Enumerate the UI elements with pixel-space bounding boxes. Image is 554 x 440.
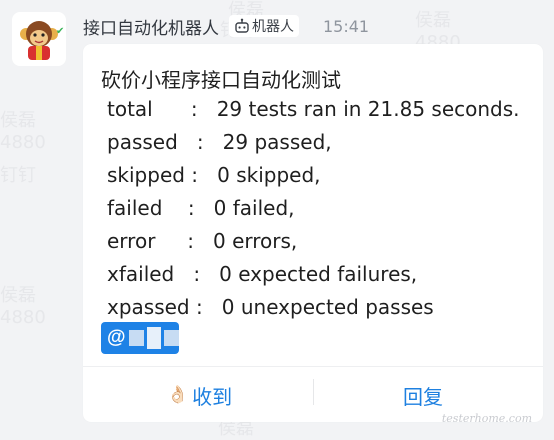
message-line-xpassed: xpassed : 0 unexpected passes xyxy=(107,295,434,319)
robot-tag-label: 机器人 xyxy=(252,19,294,35)
message-title: 砍价小程序接口自动化测试 xyxy=(101,68,341,92)
robot-tag: 机器人 xyxy=(229,15,299,37)
message-card: 砍价小程序接口自动化测试 total : 29 tests ran in 21.… xyxy=(83,44,543,422)
mention-prefix: @ xyxy=(107,327,126,348)
ack-label: 收到 xyxy=(192,384,233,409)
message-line-failed: failed : 0 failed, xyxy=(107,196,295,220)
ack-button[interactable]: 👌🏻 收到 xyxy=(167,382,233,409)
message-header: 接口自动化机器人 机器人 15:41 xyxy=(83,14,370,39)
timestamp: 15:41 xyxy=(323,16,370,36)
message-line-skipped: skipped : 0 skipped, xyxy=(107,163,321,187)
message-line-total: total : 29 tests ran in 21.85 seconds. xyxy=(107,97,520,121)
robot-icon xyxy=(235,18,249,33)
watermark: 侯磊 4880 xyxy=(0,285,46,328)
message-line-error: error : 0 errors, xyxy=(107,229,298,253)
redacted-name xyxy=(163,330,179,346)
message-line-passed: passed : 29 passed, xyxy=(107,130,332,154)
divider xyxy=(313,379,314,405)
redacted-name xyxy=(147,327,161,349)
divider xyxy=(83,366,543,367)
ok-hand-icon: 👌🏻 xyxy=(167,385,189,405)
avatar[interactable] xyxy=(12,12,66,66)
sender-name[interactable]: 接口自动化机器人 xyxy=(83,14,219,39)
mention-tag[interactable]: @ xyxy=(101,322,179,354)
site-watermark: testerhome.com xyxy=(441,412,532,425)
message-line-xfailed: xfailed : 0 expected failures, xyxy=(107,262,418,286)
redacted-name xyxy=(128,330,144,346)
watermark: 侯磊 4880 xyxy=(0,110,46,153)
watermark-app: 钉钉 xyxy=(0,165,36,186)
reply-button[interactable]: 回复 xyxy=(403,382,443,409)
monkey-icon xyxy=(20,21,58,60)
check-icon: ✔ xyxy=(56,26,65,37)
reply-label: 回复 xyxy=(403,384,443,409)
